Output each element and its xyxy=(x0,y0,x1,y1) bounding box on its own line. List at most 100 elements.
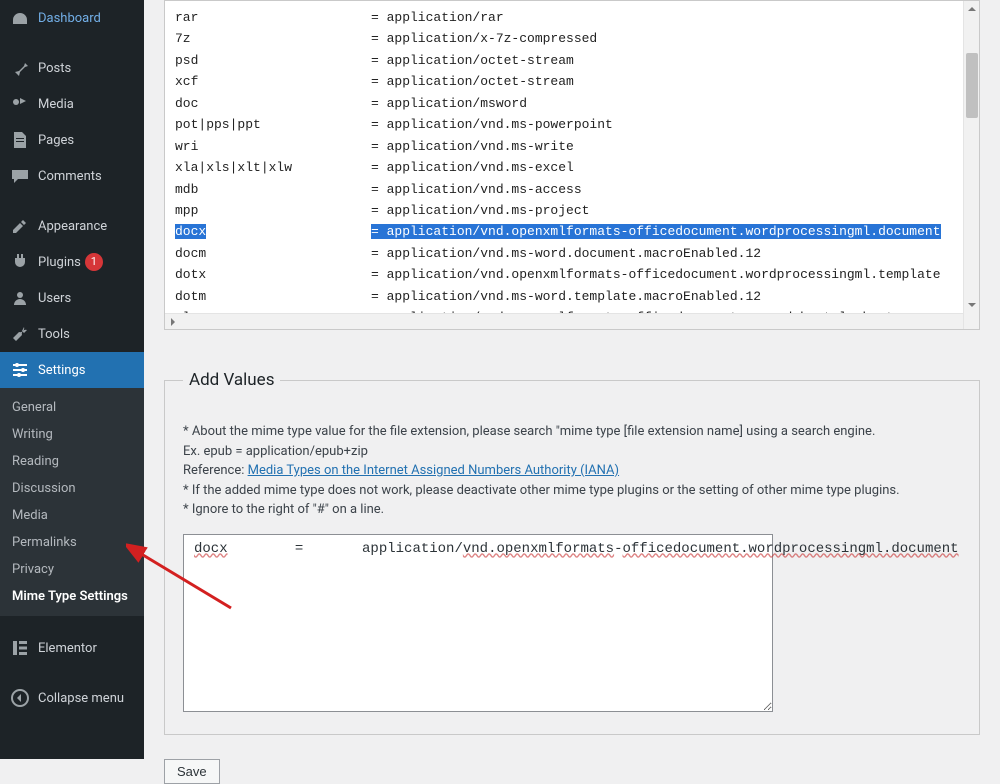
scroll-right-button[interactable] xyxy=(165,314,181,330)
help-text: * About the mime type value for the file… xyxy=(183,422,961,520)
sidebar-label-users: Users xyxy=(38,291,71,306)
sidebar-item-collapse[interactable]: Collapse menu xyxy=(0,680,144,716)
update-badge: 1 xyxy=(85,253,103,271)
mime-val: = application/x-7z-compressed xyxy=(371,28,969,49)
sidebar-label-media: Media xyxy=(38,97,74,112)
mime-ext: xcf xyxy=(175,71,355,92)
add-values-textarea-wrapper: docx = application/vnd.openxmlformats-of… xyxy=(183,534,961,716)
mime-eq xyxy=(355,93,371,114)
add-values-textarea[interactable] xyxy=(183,534,773,712)
sidebar-label-collapse: Collapse menu xyxy=(38,691,124,706)
menu-separator xyxy=(0,36,144,50)
sidebar-item-comments[interactable]: Comments xyxy=(0,158,144,194)
mime-ext: psd xyxy=(175,50,355,71)
iana-link[interactable]: Media Types on the Internet Assigned Num… xyxy=(248,463,619,478)
mime-row: dotm= application/vnd.ms-word.template.m… xyxy=(175,286,969,307)
admin-sidebar: Dashboard Posts Media Pages Comments App… xyxy=(0,0,144,759)
submenu-mime-type-settings[interactable]: Mime Type Settings xyxy=(0,583,144,610)
mime-ext: pot|pps|ppt xyxy=(175,114,355,135)
mime-eq xyxy=(355,286,371,307)
mime-eq xyxy=(355,179,371,200)
collapse-icon xyxy=(10,688,30,708)
mime-ext: docx xyxy=(175,221,355,242)
mime-ext: docm xyxy=(175,243,355,264)
mime-eq xyxy=(355,200,371,221)
scroll-down-button[interactable] xyxy=(964,297,980,313)
chevron-right-icon xyxy=(169,318,177,326)
mime-val: = application/vnd.ms-write xyxy=(371,136,969,157)
mime-ext: xla|xls|xlt|xlw xyxy=(175,157,355,178)
sidebar-label-elementor: Elementor xyxy=(38,641,97,656)
sidebar-item-appearance[interactable]: Appearance xyxy=(0,208,144,244)
mime-row: docm= application/vnd.ms-word.document.m… xyxy=(175,243,969,264)
help-line-2: Ex. epub = application/epub+zip xyxy=(183,442,961,462)
mime-eq xyxy=(355,221,371,242)
sidebar-item-dashboard[interactable]: Dashboard xyxy=(0,0,144,36)
mime-list-box[interactable]: rar= application/rar7z= application/x-7z… xyxy=(164,0,980,330)
submenu-media[interactable]: Media xyxy=(0,502,144,529)
mime-eq xyxy=(355,264,371,285)
submenu-general[interactable]: General xyxy=(0,394,144,421)
save-button[interactable]: Save xyxy=(164,759,220,784)
sidebar-label-plugins: Plugins xyxy=(38,255,81,270)
mime-eq xyxy=(355,71,371,92)
sidebar-label-appearance: Appearance xyxy=(38,219,107,234)
help-line-5: * Ignore to the right of "#" on a line. xyxy=(183,500,961,520)
sidebar-item-pages[interactable]: Pages xyxy=(0,122,144,158)
dashboard-icon xyxy=(10,8,30,28)
sidebar-item-settings[interactable]: Settings xyxy=(0,352,144,388)
mime-val: = application/vnd.ms-project xyxy=(371,200,969,221)
submenu-discussion[interactable]: Discussion xyxy=(0,475,144,502)
mime-ext: dotx xyxy=(175,264,355,285)
pin-icon xyxy=(10,58,30,78)
sidebar-item-elementor[interactable]: Elementor xyxy=(0,630,144,666)
menu-separator xyxy=(0,616,144,630)
settings-icon xyxy=(10,360,30,380)
sidebar-label-tools: Tools xyxy=(38,327,70,342)
users-icon xyxy=(10,288,30,308)
vertical-scrollbar[interactable] xyxy=(963,1,979,329)
sidebar-item-posts[interactable]: Posts xyxy=(0,50,144,86)
appearance-icon xyxy=(10,216,30,236)
sidebar-label-dashboard: Dashboard xyxy=(38,11,101,26)
submenu-privacy[interactable]: Privacy xyxy=(0,556,144,583)
mime-val: = application/vnd.ms-access xyxy=(371,179,969,200)
menu-separator xyxy=(0,666,144,680)
mime-val: = application/vnd.openxmlformats-officed… xyxy=(371,264,969,285)
help-ref-prefix: Reference: xyxy=(183,463,248,478)
mime-eq xyxy=(355,157,371,178)
scroll-up-button[interactable] xyxy=(964,1,980,17)
help-line-1: * About the mime type value for the file… xyxy=(183,422,961,442)
sidebar-label-posts: Posts xyxy=(38,61,71,76)
sidebar-item-plugins[interactable]: Plugins 1 xyxy=(0,244,144,280)
mime-eq xyxy=(355,243,371,264)
menu-separator xyxy=(0,194,144,208)
submenu-permalinks[interactable]: Permalinks xyxy=(0,529,144,556)
mime-row: dotx = application/vnd.openxmlformats-off… xyxy=(175,264,969,285)
mime-eq xyxy=(355,28,371,49)
submenu-writing[interactable]: Writing xyxy=(0,421,144,448)
scroll-thumb[interactable] xyxy=(966,53,978,118)
mime-val: = application/rar xyxy=(371,7,969,28)
mime-row: 7z= application/x-7z-compressed xyxy=(175,28,969,49)
mime-row: psd = application/octet-stream xyxy=(175,50,969,71)
chevron-up-icon xyxy=(968,5,976,13)
mime-ext: doc xyxy=(175,93,355,114)
horizontal-scrollbar[interactable] xyxy=(165,313,963,329)
sidebar-label-pages: Pages xyxy=(38,133,74,148)
sidebar-item-tools[interactable]: Tools xyxy=(0,316,144,352)
sidebar-label-comments: Comments xyxy=(38,169,102,184)
mime-val: = application/vnd.ms-powerpoint xyxy=(371,114,969,135)
tools-icon xyxy=(10,324,30,344)
mime-eq xyxy=(355,136,371,157)
submenu-reading[interactable]: Reading xyxy=(0,448,144,475)
mime-row: mdb= application/vnd.ms-access xyxy=(175,179,969,200)
mime-ext: dotm xyxy=(175,286,355,307)
mime-val: = application/msword xyxy=(371,93,969,114)
mime-val: = application/octet-stream xyxy=(371,50,969,71)
sidebar-item-media[interactable]: Media xyxy=(0,86,144,122)
mime-val: = application/vnd.ms-excel xyxy=(371,157,969,178)
pages-icon xyxy=(10,130,30,150)
sidebar-item-users[interactable]: Users xyxy=(0,280,144,316)
mime-val: = application/octet-stream xyxy=(371,71,969,92)
